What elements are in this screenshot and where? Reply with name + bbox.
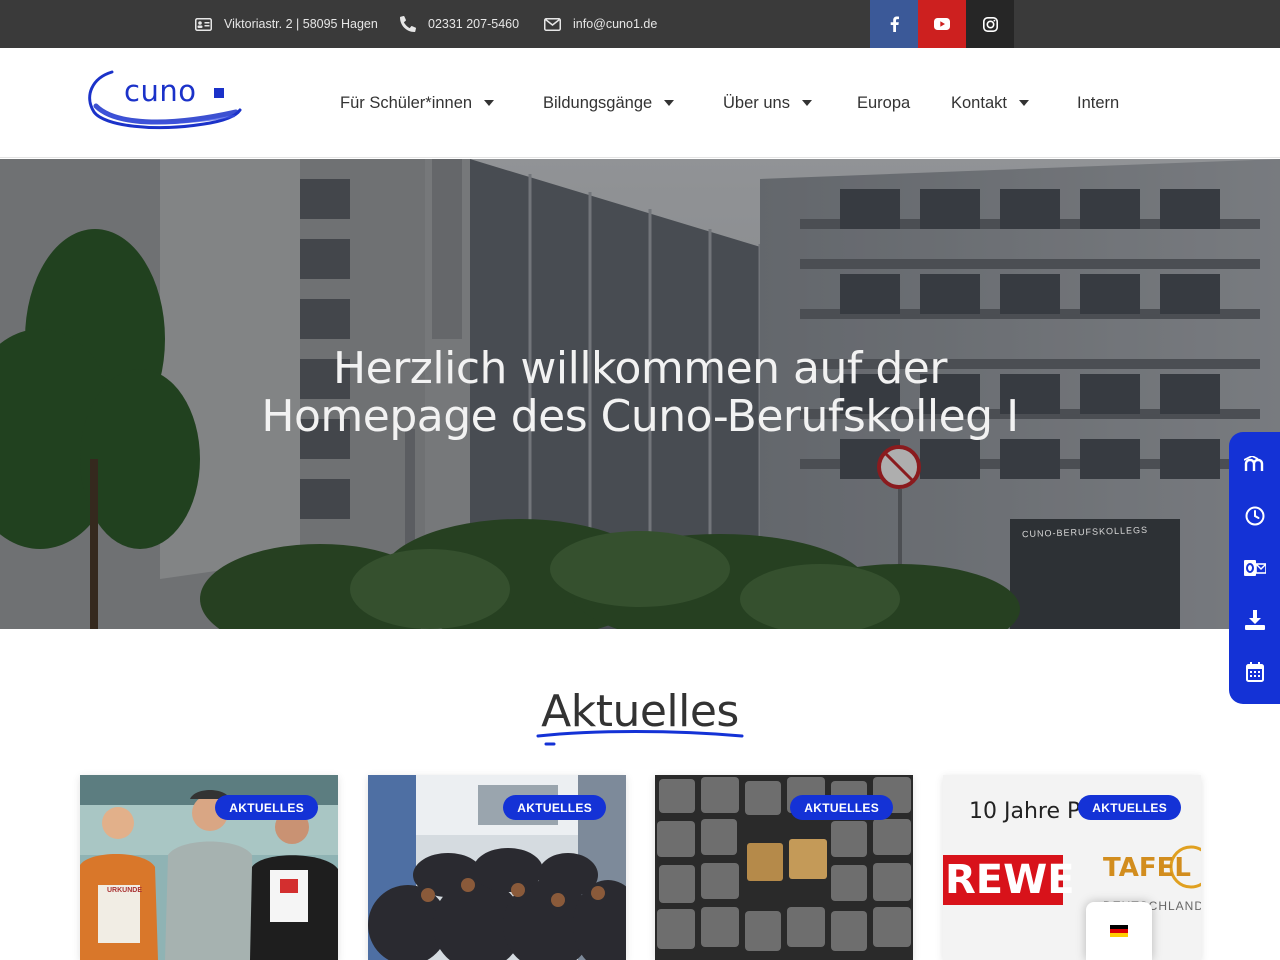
category-badge[interactable]: AKTUELLES [1078, 795, 1181, 820]
news-card[interactable]: URKUNDE AKTUELLES [80, 775, 338, 960]
calendar-icon [1245, 662, 1264, 682]
nav-item-ueber-uns[interactable]: Über uns [723, 48, 812, 158]
phone-icon [400, 16, 416, 32]
quick-access-dock [1229, 432, 1280, 704]
id-card-icon [195, 17, 212, 31]
download-button[interactable] [1229, 594, 1280, 646]
caret-down-icon [1018, 100, 1029, 106]
category-badge[interactable]: AKTUELLES [790, 795, 893, 820]
hero-banner: CUNO-BERUFSKOLLEGS Herzlich willkommen a… [0, 159, 1280, 629]
instagram-button[interactable] [966, 0, 1014, 48]
outlook-icon [1243, 560, 1266, 576]
news-card[interactable]: 10 Jahre Power REWE TAFEL DEUTSCHLAND AK… [943, 775, 1201, 960]
youtube-button[interactable] [918, 0, 966, 48]
news-card[interactable]: AKTUELLES [368, 775, 626, 960]
hero-title: Herzlich willkommen auf der Homepage des… [261, 343, 1019, 442]
moodle-button[interactable] [1229, 438, 1280, 490]
nav-item-kontakt[interactable]: Kontakt [951, 48, 1029, 158]
download-icon [1244, 610, 1265, 630]
phone-text: 02331 207-5460 [428, 17, 520, 31]
news-card[interactable]: AKTUELLES [655, 775, 913, 960]
outlook-button[interactable] [1229, 542, 1280, 594]
logo-text: cuno [124, 74, 197, 108]
facebook-button[interactable] [870, 0, 918, 48]
card-image-text: URKUNDE [107, 887, 142, 894]
schedule-button[interactable] [1229, 490, 1280, 542]
site-header: cuno Für Schüler*innen Bildungsgänge Übe… [0, 48, 1280, 158]
email-info[interactable]: info@cuno1.de [544, 0, 657, 48]
youtube-icon [934, 18, 950, 30]
category-badge[interactable]: AKTUELLES [503, 795, 606, 820]
phone-info[interactable]: 02331 207-5460 [400, 0, 519, 48]
site-logo[interactable]: cuno [84, 66, 244, 138]
facebook-icon [890, 16, 899, 32]
nav-label: Europa [857, 93, 911, 112]
caret-down-icon [484, 100, 495, 106]
nav-item-intern[interactable]: Intern [1077, 48, 1119, 158]
card-image-text: TAFEL [1103, 853, 1191, 883]
clock-icon [1245, 506, 1264, 526]
envelope-icon [544, 17, 561, 31]
card-image-text: REWE [945, 857, 1075, 903]
nav-item-schueler[interactable]: Für Schüler*innen [340, 48, 495, 158]
category-badge[interactable]: AKTUELLES [215, 795, 318, 820]
moodle-icon [1243, 456, 1263, 471]
caret-down-icon [664, 100, 675, 106]
caret-down-icon [801, 100, 812, 106]
address-text: Viktoriastr. 2 | 58095 Hagen [224, 17, 378, 31]
german-flag-icon [1110, 925, 1128, 937]
nav-label: Kontakt [951, 93, 1007, 112]
instagram-icon [982, 16, 998, 32]
nav-label: Für Schüler*innen [340, 93, 473, 112]
language-switcher[interactable] [1086, 902, 1152, 960]
title-underline-swoosh [536, 730, 744, 746]
nav-label: Über uns [723, 93, 790, 112]
nav-label: Intern [1077, 93, 1120, 112]
calendar-button[interactable] [1229, 646, 1280, 698]
address-info: Viktoriastr. 2 | 58095 Hagen [195, 0, 378, 48]
email-text: info@cuno1.de [573, 17, 658, 31]
top-bar: Viktoriastr. 2 | 58095 Hagen 02331 207-5… [0, 0, 1280, 48]
nav-item-europa[interactable]: Europa [857, 48, 910, 158]
nav-item-bildungsgaenge[interactable]: Bildungsgänge [543, 48, 675, 158]
nav-label: Bildungsgänge [543, 93, 653, 112]
